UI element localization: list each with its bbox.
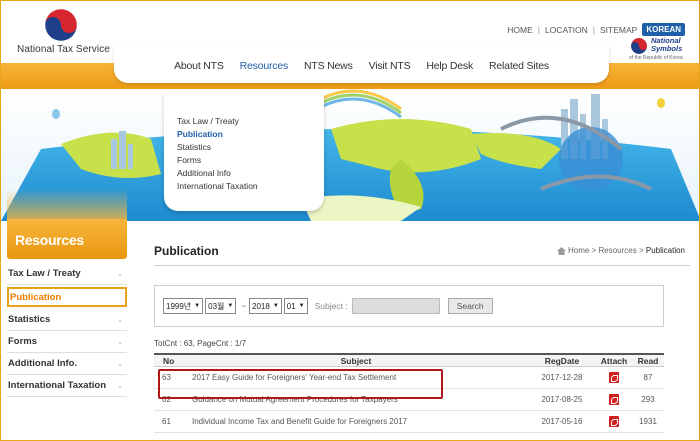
sidebar-item-statistics[interactable]: Statistics ⌄ xyxy=(7,309,127,331)
breadcrumb-separator: > xyxy=(636,246,646,255)
to-month-value: 01 xyxy=(286,301,296,311)
from-month-value: 03월 xyxy=(208,301,225,311)
resources-submenu: Tax Law / Treaty Publication Statistics … xyxy=(164,93,324,211)
chevron-down-icon: ⌄ xyxy=(117,382,123,390)
title-divider xyxy=(154,265,690,266)
sidebar-item-label: Publication xyxy=(10,291,62,303)
location-link[interactable]: LOCATION xyxy=(545,25,588,35)
table-row: 61 Individual Income Tax and Benefit Gui… xyxy=(154,411,664,433)
subject-label: Subject : xyxy=(314,301,348,311)
chevron-down-icon: ▼ xyxy=(194,303,201,309)
gnb-nts-news[interactable]: NTS News xyxy=(304,60,353,72)
chevron-down-icon: ▼ xyxy=(272,303,279,309)
home-icon xyxy=(557,246,567,255)
from-year-select[interactable]: 1999년 ▼ xyxy=(163,298,204,314)
chevron-down-icon: ▼ xyxy=(298,303,305,309)
korean-language-button[interactable]: KOREAN xyxy=(642,23,685,36)
sidebar-item-label: International Taxation xyxy=(8,380,107,391)
taegeuk-flag-icon xyxy=(631,38,647,54)
from-year-value: 1999년 xyxy=(166,301,192,311)
table-header: No Subject RegDate Attach Read xyxy=(154,353,664,367)
range-separator: ~ xyxy=(241,301,247,311)
sidebar-item-international-taxation[interactable]: International Taxation ⌄ xyxy=(7,375,127,397)
search-form: 1999년 ▼ 03월 ▼ ~ 2018 ▼ 01 ▼ Subject : Search xyxy=(154,285,664,327)
breadcrumb-current: Publication xyxy=(645,246,685,255)
pdf-icon[interactable] xyxy=(609,416,619,427)
sidebar-title: Resources xyxy=(7,189,127,259)
row-date: 2017-12-28 xyxy=(541,373,583,382)
total-count: TotCnt : 63, PageCnt : 1/7 xyxy=(154,339,247,348)
sidebar-item-label: Statistics xyxy=(8,314,51,325)
breadcrumb-home[interactable]: Home xyxy=(568,246,589,255)
pdf-icon[interactable] xyxy=(609,394,619,405)
sitemap-link[interactable]: SITEMAP xyxy=(600,25,637,35)
header-regdate: RegDate xyxy=(544,355,580,366)
submenu-international-taxation[interactable]: International Taxation xyxy=(177,180,324,193)
pdf-icon[interactable] xyxy=(609,372,619,383)
row-read: 293 xyxy=(641,395,655,404)
submenu-statistics[interactable]: Statistics xyxy=(177,141,324,154)
gnb-help-desk[interactable]: Help Desk xyxy=(426,60,473,72)
to-month-select[interactable]: 01 ▼ xyxy=(283,298,308,314)
symbols-sub-label: of the Republic of Korea xyxy=(629,55,683,61)
chevron-down-icon: ⌄ xyxy=(117,338,123,346)
sidebar-item-label: Forms xyxy=(8,336,38,347)
sidebar-item-forms[interactable]: Forms ⌄ xyxy=(7,331,127,353)
submenu-forms[interactable]: Forms xyxy=(177,154,324,167)
subject-input[interactable] xyxy=(351,298,440,314)
submenu-additional-info[interactable]: Additional Info xyxy=(177,167,324,180)
submenu-publication[interactable]: Publication xyxy=(177,128,324,141)
header-read: Read xyxy=(637,355,659,366)
gnb-resources[interactable]: Resources xyxy=(240,60,289,72)
row-no: 61 xyxy=(162,417,171,426)
page-title: Publication xyxy=(154,244,219,258)
divider: | xyxy=(592,24,596,35)
logo-text[interactable]: National Tax Service xyxy=(17,44,110,55)
highlight-box xyxy=(158,369,443,399)
row-attach xyxy=(596,372,632,383)
row-attach xyxy=(596,394,632,405)
symbols-label: National Symbols xyxy=(651,37,682,53)
header-attach: Attach xyxy=(600,355,628,366)
breadcrumb-resources[interactable]: Resources xyxy=(598,246,636,255)
chevron-down-icon: ⌄ xyxy=(117,316,123,324)
header-subject: Subject xyxy=(340,355,372,366)
from-month-select[interactable]: 03월 ▼ xyxy=(205,298,237,314)
global-navigation: About NTS Resources NTS News Visit NTS H… xyxy=(114,45,609,83)
sidebar-item-tax-law-treaty[interactable]: Tax Law / Treaty ⌄ xyxy=(7,263,127,285)
header-no: No xyxy=(163,355,175,366)
gnb-about-nts[interactable]: About NTS xyxy=(174,60,224,72)
breadcrumb: Home > Resources > Publication xyxy=(557,246,685,255)
row-date: 2017-08-25 xyxy=(541,395,583,404)
chevron-down-icon: ⌄ xyxy=(117,360,123,368)
search-button[interactable]: Search xyxy=(447,298,493,314)
national-symbols-link[interactable]: National Symbols of the Republic of Korea xyxy=(629,37,691,63)
symbols-line2: Symbols xyxy=(651,44,683,53)
gnb-visit-nts[interactable]: Visit NTS xyxy=(369,60,411,72)
breadcrumb-separator: > xyxy=(589,246,599,255)
sidebar-item-additional-info[interactable]: Additional Info. ⌄ xyxy=(7,353,127,375)
home-link[interactable]: HOME xyxy=(507,25,533,35)
row-read: 87 xyxy=(643,373,653,382)
sidebar-nav: Tax Law / Treaty ⌄ Publication Statistics… xyxy=(7,263,127,397)
nts-logo-icon[interactable] xyxy=(45,9,77,41)
to-year-select[interactable]: 2018 ▼ xyxy=(249,298,282,314)
chevron-down-icon: ⌄ xyxy=(117,270,123,278)
row-subject-link[interactable]: Individual Income Tax and Benefit Guide … xyxy=(184,417,528,426)
divider: | xyxy=(537,24,540,35)
chevron-down-icon: ▼ xyxy=(227,303,234,309)
page-frame: National Tax Service HOME | LOCATION | S… xyxy=(0,0,700,441)
submenu-tax-law-treaty[interactable]: Tax Law / Treaty xyxy=(177,115,324,128)
row-date: 2017-05-16 xyxy=(541,417,583,426)
row-attach xyxy=(596,416,632,427)
row-read: 1931 xyxy=(639,417,657,426)
utility-links: HOME | LOCATION | SITEMAP KOREAN xyxy=(507,23,685,36)
sidebar-item-label: Additional Info. xyxy=(8,358,78,369)
sidebar-item-publication[interactable]: Publication xyxy=(7,287,127,307)
to-year-value: 2018 xyxy=(252,301,270,311)
sidebar-item-label: Tax Law / Treaty xyxy=(8,268,81,279)
gnb-related-sites[interactable]: Related Sites xyxy=(489,60,549,72)
